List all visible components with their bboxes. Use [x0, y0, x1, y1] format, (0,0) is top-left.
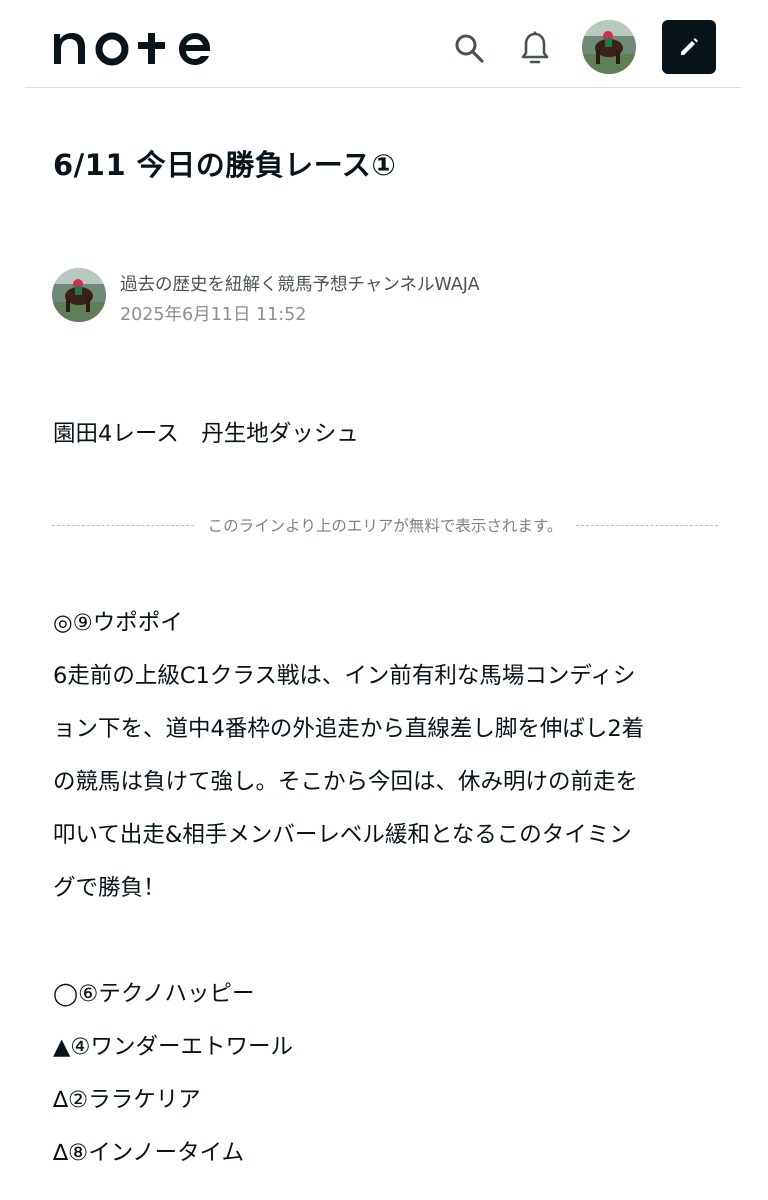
user-avatar-button[interactable] [582, 20, 636, 74]
bell-icon [521, 31, 549, 64]
paywall-divider: このラインより上のエリアが無料で表示されます。 [52, 512, 718, 538]
comment-line: 叩いて出走&相手メンバーレベル緩和となるこのタイミン [53, 822, 632, 848]
paywall-notice: このラインより上のエリアが無料で表示されます。 [207, 517, 563, 535]
pencil-icon [681, 38, 698, 55]
dashed-line-right [576, 524, 718, 526]
top-header [25, 0, 741, 88]
article-title: 6/11 今日の勝負レース① [53, 148, 397, 182]
notifications-button[interactable] [515, 28, 555, 68]
search-button[interactable] [449, 28, 489, 68]
comment-line: グで勝負！ [53, 875, 166, 901]
comment-line: 6走前の上級C1クラス戦は、イン前有利な馬場コンディシ [53, 663, 636, 689]
author-avatar[interactable] [52, 268, 106, 322]
search-icon [455, 34, 484, 63]
comment-line: の競馬は負けて強し。そこから今回は、休み明けの前走を [53, 769, 639, 795]
compose-button[interactable] [662, 20, 716, 74]
sub-pick: ∆⑧インノータイム [53, 1140, 245, 1166]
comment-line: ョン下を、道中4番枠の外追走から直線差し脚を伸ばし2着 [53, 716, 645, 742]
dashed-line-left [52, 524, 194, 526]
author-name[interactable]: 過去の歴史を紐解く競馬予想チャンネルWAJA [120, 271, 480, 296]
sub-pick: ◯⑥テクノハッピー [53, 981, 255, 1007]
sub-pick: ∆②ララケリア [53, 1087, 201, 1113]
main-pick: ◎⑨ウポポイ [53, 610, 183, 636]
note-logo[interactable] [52, 20, 222, 68]
author-avatar-horse [52, 268, 106, 322]
sub-pick: ▲④ワンダーエトワール [53, 1034, 293, 1060]
race-lead: 園田4レース 丹生地ダッシュ [53, 421, 359, 447]
article-body: ◎⑨ウポポイ 6走前の上級C1クラス戦は、イン前有利な馬場コンディシ ョン下を、… [53, 597, 723, 1180]
user-avatar-horse [582, 20, 636, 74]
publish-date: 2025年6月11日 11:52 [120, 305, 307, 325]
